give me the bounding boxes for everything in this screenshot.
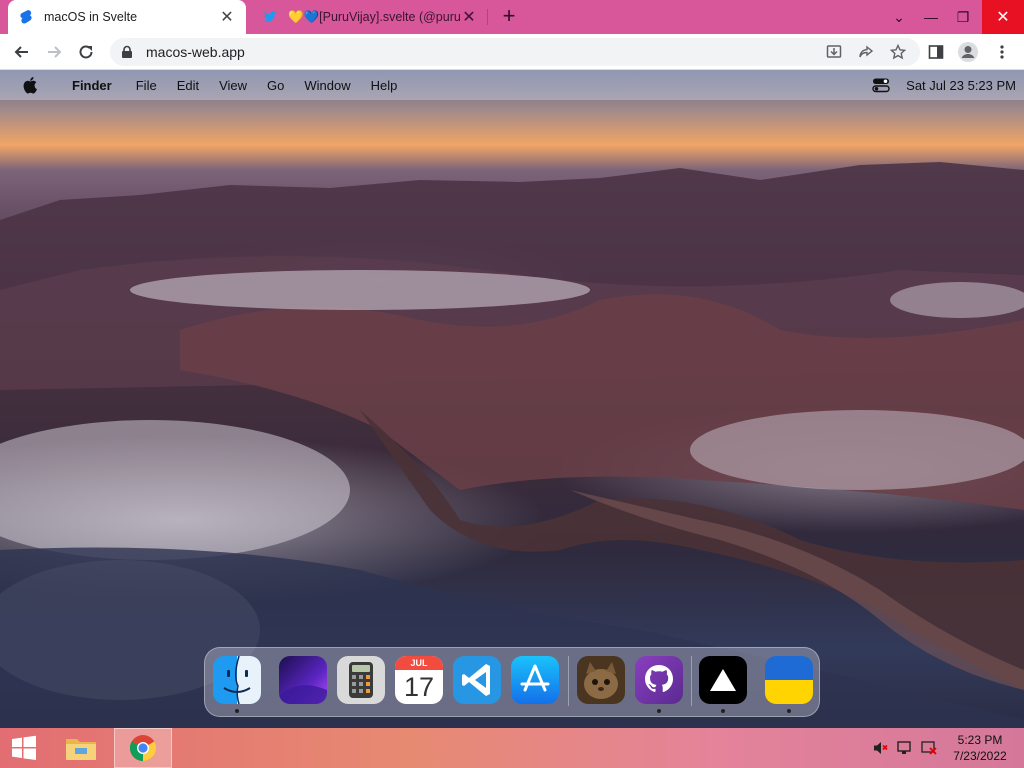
calendar-icon[interactable]: JUL 17 [395, 656, 443, 704]
running-indicator [235, 709, 239, 713]
star-icon [890, 44, 906, 60]
side-panel-button[interactable] [922, 38, 950, 66]
apple-logo-icon[interactable] [18, 76, 42, 94]
restore-button[interactable]: ❐ [946, 0, 980, 34]
macos-desktop[interactable]: Finder File Edit View Go Window Help Sat… [0, 70, 1024, 728]
taskbar-date: 7/23/2022 [953, 749, 1007, 763]
tab-puruvijay-twitter[interactable]: 💛💙[PuruVijay].svelte (@puruvjdev) ✕ [252, 0, 488, 34]
browser-toolbar: macos-web.app [0, 34, 1024, 70]
vercel-icon[interactable] [699, 656, 747, 704]
svelte-favicon-icon [20, 10, 32, 24]
install-app-button[interactable] [820, 38, 848, 66]
file-explorer-taskbar-button[interactable] [52, 728, 110, 768]
menu-file[interactable]: File [126, 78, 167, 93]
menu-view[interactable]: View [209, 78, 257, 93]
folder-icon [66, 739, 96, 760]
chrome-taskbar-button[interactable] [114, 728, 172, 768]
purus-twitter-cat-icon[interactable] [577, 656, 625, 704]
control-center-icon[interactable] [872, 77, 890, 93]
menu-help[interactable]: Help [361, 78, 408, 93]
window-close-button[interactable]: ✕ [982, 0, 1024, 34]
reload-button[interactable] [72, 38, 100, 66]
taskbar-clock[interactable]: 5:23 PM 7/23/2022 [940, 732, 1020, 764]
running-indicator [657, 709, 661, 713]
menu-app-name[interactable]: Finder [62, 78, 122, 93]
lock-icon [122, 45, 132, 58]
browser-tab-strip: macOS in Svelte ✕ 💛💙[PuruVijay].svelte (… [0, 0, 1024, 34]
windows-taskbar: 5:23 PM 7/23/2022 [0, 728, 1024, 768]
tab-close-icon[interactable]: ✕ [460, 8, 478, 26]
volume-muted-icon[interactable] [870, 728, 892, 768]
calendar-month: JUL [395, 656, 443, 670]
menu-window[interactable]: Window [294, 78, 360, 93]
side-panel-icon [928, 45, 944, 59]
tab-macos-in-svelte[interactable]: macOS in Svelte ✕ [8, 0, 246, 34]
tab-close-icon[interactable]: ✕ [218, 8, 236, 26]
ukraine-flag-icon[interactable] [765, 656, 813, 704]
dock-separator [691, 656, 692, 706]
arrow-left-icon [14, 46, 28, 58]
profile-button[interactable] [954, 38, 982, 66]
tab-search-chevron-down-icon[interactable]: ⌄ [882, 0, 916, 34]
kebab-menu-icon [1000, 45, 1004, 59]
windows-logo-icon [12, 735, 36, 760]
github-icon[interactable] [635, 656, 683, 704]
app-store-icon[interactable] [511, 656, 559, 704]
url-text: macos-web.app [146, 44, 245, 60]
profile-avatar-icon [958, 42, 978, 62]
calculator-icon[interactable] [337, 656, 385, 704]
new-tab-button[interactable]: + [497, 5, 521, 29]
share-icon [859, 45, 874, 58]
forward-button[interactable] [40, 38, 68, 66]
twitter-favicon-icon [263, 11, 277, 22]
install-icon [826, 45, 842, 58]
running-indicator [787, 709, 791, 713]
macos-menubar: Finder File Edit View Go Window Help Sat… [0, 70, 1024, 100]
wallpaper-big-sur [0, 162, 1024, 728]
menu-edit[interactable]: Edit [167, 78, 209, 93]
vscode-icon[interactable] [453, 656, 501, 704]
share-button[interactable] [852, 38, 880, 66]
address-bar[interactable]: macos-web.app [110, 38, 920, 66]
dock-separator [568, 656, 569, 706]
finder-icon[interactable] [213, 656, 261, 704]
reload-icon [79, 45, 93, 59]
back-button[interactable] [8, 38, 36, 66]
start-button[interactable] [0, 728, 48, 768]
running-indicator [721, 709, 725, 713]
tab-title: 💛💙[PuruVijay].svelte (@puruvjdev) [288, 9, 460, 24]
notification-error-icon[interactable] [918, 728, 940, 768]
menubar-right: Sat Jul 23 5:23 PM [872, 70, 1016, 100]
tab-divider [487, 9, 488, 25]
menu-go[interactable]: Go [257, 78, 294, 93]
more-menu-button[interactable] [988, 38, 1016, 66]
tab-title: macOS in Svelte [44, 10, 138, 24]
chrome-icon [129, 735, 157, 762]
bookmark-button[interactable] [884, 38, 912, 66]
network-icon[interactable] [894, 728, 916, 768]
arrow-right-icon [48, 46, 62, 58]
macos-dock: JUL 17 [204, 647, 820, 717]
calendar-day: 17 [403, 672, 435, 702]
taskbar-time: 5:23 PM [957, 733, 1003, 747]
minimize-button[interactable]: — [914, 0, 948, 34]
menubar-clock[interactable]: Sat Jul 23 5:23 PM [906, 78, 1016, 93]
wallpapers-app-icon[interactable] [279, 656, 327, 704]
